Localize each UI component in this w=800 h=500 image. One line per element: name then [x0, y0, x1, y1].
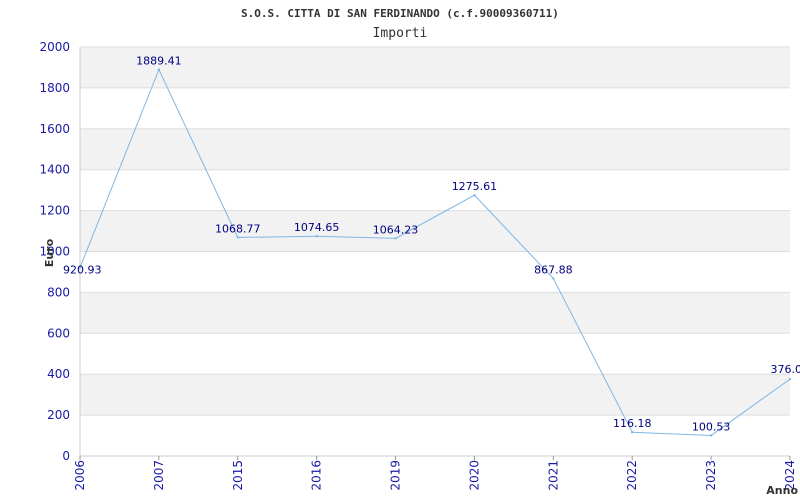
data-point: [157, 68, 161, 71]
grid-band: [80, 292, 790, 334]
data-label: 1275.61: [452, 180, 498, 193]
grid-band: [80, 374, 790, 416]
data-point: [631, 431, 634, 434]
x-tick-label: 2022: [625, 460, 639, 491]
data-label: 920.93: [63, 264, 102, 277]
data-label: 1889.41: [136, 55, 182, 68]
y-tick-label: 800: [47, 285, 70, 299]
data-label: 376.0: [771, 363, 800, 376]
x-tick-label: 2016: [310, 460, 324, 491]
x-tick-labels: 2006 2007 2015 2016 2019 2020 2021 2022 2023 2024: [73, 460, 797, 491]
data-label: 116.18: [613, 417, 652, 430]
x-tick-label: 2019: [389, 460, 403, 491]
data-point: [315, 235, 318, 238]
x-tick-label: 2020: [467, 460, 481, 491]
x-tick-label: 2023: [704, 460, 718, 491]
y-tick-label: 1800: [39, 81, 70, 95]
y-tick-label: 2000: [39, 40, 70, 54]
y-tick-label: 200: [47, 408, 70, 422]
x-tick-label: 2015: [231, 460, 245, 491]
y-tick-label: 400: [47, 367, 70, 381]
data-label: 1068.77: [215, 222, 261, 235]
data-label: 867.88: [534, 264, 573, 277]
data-label: 1064.23: [373, 223, 419, 236]
y-tick-label: 0: [62, 449, 70, 463]
y-tick-label: 600: [47, 326, 70, 340]
grid-bands: [80, 47, 790, 416]
y-tick-label: 1400: [39, 163, 70, 177]
grid-band: [80, 47, 790, 88]
data-point: [236, 236, 239, 239]
x-axis-label: Anno: [766, 484, 798, 497]
data-point: [788, 377, 792, 381]
x-tick-label: 2006: [73, 460, 87, 491]
x-tick-label: 2021: [546, 460, 560, 491]
chart-title: S.O.S. CITTA DI SAN FERDINANDO (c.f.9000…: [241, 7, 559, 20]
data-point: [394, 237, 397, 240]
data-point: [709, 434, 713, 437]
chart-root: S.O.S. CITTA DI SAN FERDINANDO (c.f.9000…: [0, 0, 800, 500]
chart-subtitle: Importi: [373, 26, 428, 41]
x-tick-label: 2007: [152, 460, 166, 491]
data-point: [473, 193, 476, 197]
data-label: 1074.65: [294, 221, 340, 234]
line-chart: S.O.S. CITTA DI SAN FERDINANDO (c.f.9000…: [39, 7, 800, 497]
y-tick-label: 1600: [39, 122, 70, 136]
y-tick-label: 1200: [39, 204, 70, 218]
y-axis-label: Euro: [43, 238, 56, 267]
data-point: [552, 277, 555, 280]
data-label: 100.53: [692, 420, 731, 433]
grid-band: [80, 128, 790, 170]
